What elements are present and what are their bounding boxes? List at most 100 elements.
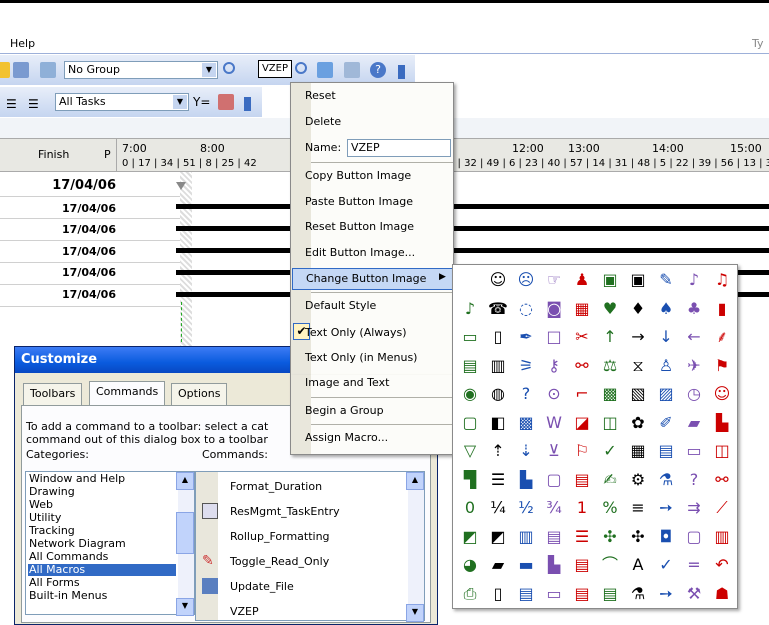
trash-can-icon[interactable]: ▮ <box>709 296 735 322</box>
percent-75-icon[interactable]: ¾ <box>541 495 567 521</box>
folder-icon[interactable] <box>0 62 10 78</box>
book-icon[interactable]: ▥ <box>485 353 511 379</box>
category-item[interactable]: Utility <box>28 512 176 524</box>
list-icon[interactable]: ☰ <box>569 524 595 550</box>
image-icon[interactable]: ◩ <box>457 524 483 550</box>
link-tasks-icon[interactable] <box>13 62 29 78</box>
spade-icon[interactable]: ♠ <box>653 296 679 322</box>
equal-icon[interactable]: ≡ <box>625 495 651 521</box>
heart-icon[interactable]: ♥ <box>597 296 623 322</box>
calendar-icon[interactable]: ▦ <box>569 296 595 322</box>
disk-icon[interactable]: ▣ <box>597 267 623 293</box>
category-item[interactable]: Web <box>28 499 176 511</box>
summary-bar[interactable] <box>176 204 769 209</box>
toolbar-options-icon[interactable] <box>244 97 251 111</box>
bird-icon[interactable]: ✈ <box>681 353 707 379</box>
club-icon[interactable]: ♣ <box>681 296 707 322</box>
table-icon[interactable]: ▤ <box>541 524 567 550</box>
abc-icon[interactable]: A <box>625 552 651 578</box>
finish-cell[interactable]: 17/04/06 <box>36 288 116 301</box>
help-icon[interactable]: ? <box>681 467 707 493</box>
scroll-thumb[interactable] <box>176 512 194 554</box>
command-item[interactable]: VZEP <box>230 605 259 618</box>
door-icon[interactable]: ▯ <box>485 581 511 607</box>
name-input[interactable]: VZEP <box>347 139 451 157</box>
folder-icon[interactable]: ▰ <box>485 552 511 578</box>
gantt-chart-wizard-icon[interactable] <box>218 94 234 110</box>
zoom-out-icon[interactable] <box>295 62 307 74</box>
keyboard-icon[interactable]: ▧ <box>625 381 651 407</box>
speech-bubble-icon[interactable]: ◌ <box>513 296 539 322</box>
copy-picture-icon[interactable] <box>344 62 360 78</box>
bars-icon[interactable]: ▥ <box>513 524 539 550</box>
finish-cell[interactable]: 17/04/06 <box>36 223 116 236</box>
excel-icon[interactable]: ▩ <box>513 410 539 436</box>
menu-item-paste-image[interactable]: Paste Button Image <box>305 195 413 208</box>
commands-list[interactable]: Format_Duration ResMgmt_TaskEntry Rollup… <box>195 471 425 622</box>
command-item[interactable]: Rollup_Formatting <box>230 530 330 543</box>
diagonal-icon[interactable]: ⟋ <box>709 495 735 521</box>
autofilter-icon[interactable]: Y= <box>193 95 210 109</box>
command-item[interactable]: ResMgmt_TaskEntry <box>230 505 340 518</box>
smiley-icon[interactable]: ☺ <box>709 381 735 407</box>
form-icon[interactable]: ▢ <box>457 410 483 436</box>
access-icon[interactable]: ◧ <box>485 410 511 436</box>
search-icon[interactable]: ⊙ <box>541 381 567 407</box>
arrow-right-icon[interactable]: → <box>625 324 651 350</box>
percent-0-icon[interactable]: 0 <box>457 495 483 521</box>
smiley-icon[interactable]: ☺ <box>485 267 511 293</box>
align-center-icon[interactable]: ☰ <box>6 97 17 111</box>
ask-question-box[interactable]: Ty <box>752 37 764 50</box>
push-pin-icon[interactable]: ♟ <box>569 267 595 293</box>
toolbar-options-icon[interactable] <box>398 65 405 79</box>
chain-icon[interactable]: ⚯ <box>569 353 595 379</box>
finish-cell[interactable]: 17/04/06 <box>36 245 116 258</box>
category-item[interactable]: Built-in Menus <box>28 590 176 602</box>
category-item[interactable]: All Commands <box>28 551 176 563</box>
flag-icon[interactable]: ⚐ <box>569 438 595 464</box>
menu-item-text-only-menus[interactable]: Text Only (in Menus) <box>305 351 417 364</box>
tab-commands[interactable]: Commands <box>89 381 166 406</box>
sort-asc-icon[interactable]: ⇡ <box>485 438 511 464</box>
scroll-up-icon[interactable]: ▲ <box>176 472 194 490</box>
person-icon[interactable]: ♙ <box>653 353 679 379</box>
radio-icon[interactable]: ⚞ <box>513 353 539 379</box>
globe-icon[interactable]: ◍ <box>485 381 511 407</box>
tray-icon[interactable]: ▬ <box>513 552 539 578</box>
cylinder-icon[interactable]: ◘ <box>653 524 679 550</box>
bars-icon[interactable]: ▥ <box>709 524 735 550</box>
gear-icon[interactable]: ⚙ <box>625 467 651 493</box>
filter-icon[interactable]: ⊻ <box>541 438 567 464</box>
tab-toolbars[interactable]: Toolbars <box>23 383 83 405</box>
key-icon[interactable]: ⚷ <box>541 353 567 379</box>
categories-scrollbar[interactable]: ▲ ▼ <box>176 472 194 616</box>
table-icon[interactable]: ▤ <box>569 552 595 578</box>
assign-resources-icon[interactable] <box>40 62 56 78</box>
summary-bar[interactable] <box>176 248 769 253</box>
summary-bar[interactable] <box>176 226 769 231</box>
help-icon[interactable]: ? <box>370 62 386 78</box>
box-icon[interactable]: ▤ <box>569 581 595 607</box>
disk-icon[interactable]: ▣ <box>625 267 651 293</box>
hourglass-icon[interactable]: ⧖ <box>625 353 651 379</box>
sort-desc-icon[interactable]: ⇣ <box>513 438 539 464</box>
arrow-icon[interactable]: ➙ <box>653 581 679 607</box>
zoom-in-icon[interactable] <box>223 62 235 74</box>
gantt-wizard-icon[interactable] <box>317 62 333 78</box>
report-icon[interactable]: ▜ <box>457 467 483 493</box>
diamond-icon[interactable]: ♦ <box>625 296 651 322</box>
scales-icon[interactable]: ⚖ <box>597 353 623 379</box>
image-icon[interactable]: ◩ <box>485 524 511 550</box>
tab-options[interactable]: Options <box>171 383 228 405</box>
chevron-down-icon[interactable]: ▼ <box>173 95 187 109</box>
menu-item-default-style[interactable]: Default Style <box>305 299 376 312</box>
table-icon[interactable]: ▤ <box>653 438 679 464</box>
pie-icon[interactable]: ◕ <box>457 552 483 578</box>
category-item-selected[interactable]: All Macros <box>28 564 176 576</box>
telephone-icon[interactable]: ☎ <box>485 296 511 322</box>
categories-list[interactable]: Window and Help Drawing Web Utility Trac… <box>25 471 195 616</box>
word-icon[interactable]: W <box>541 410 567 436</box>
menu-item-edit-image[interactable]: Edit Button Image... <box>305 246 415 259</box>
chevron-down-icon[interactable]: ▼ <box>202 63 216 77</box>
graphics-icon[interactable]: ✿ <box>625 410 651 436</box>
